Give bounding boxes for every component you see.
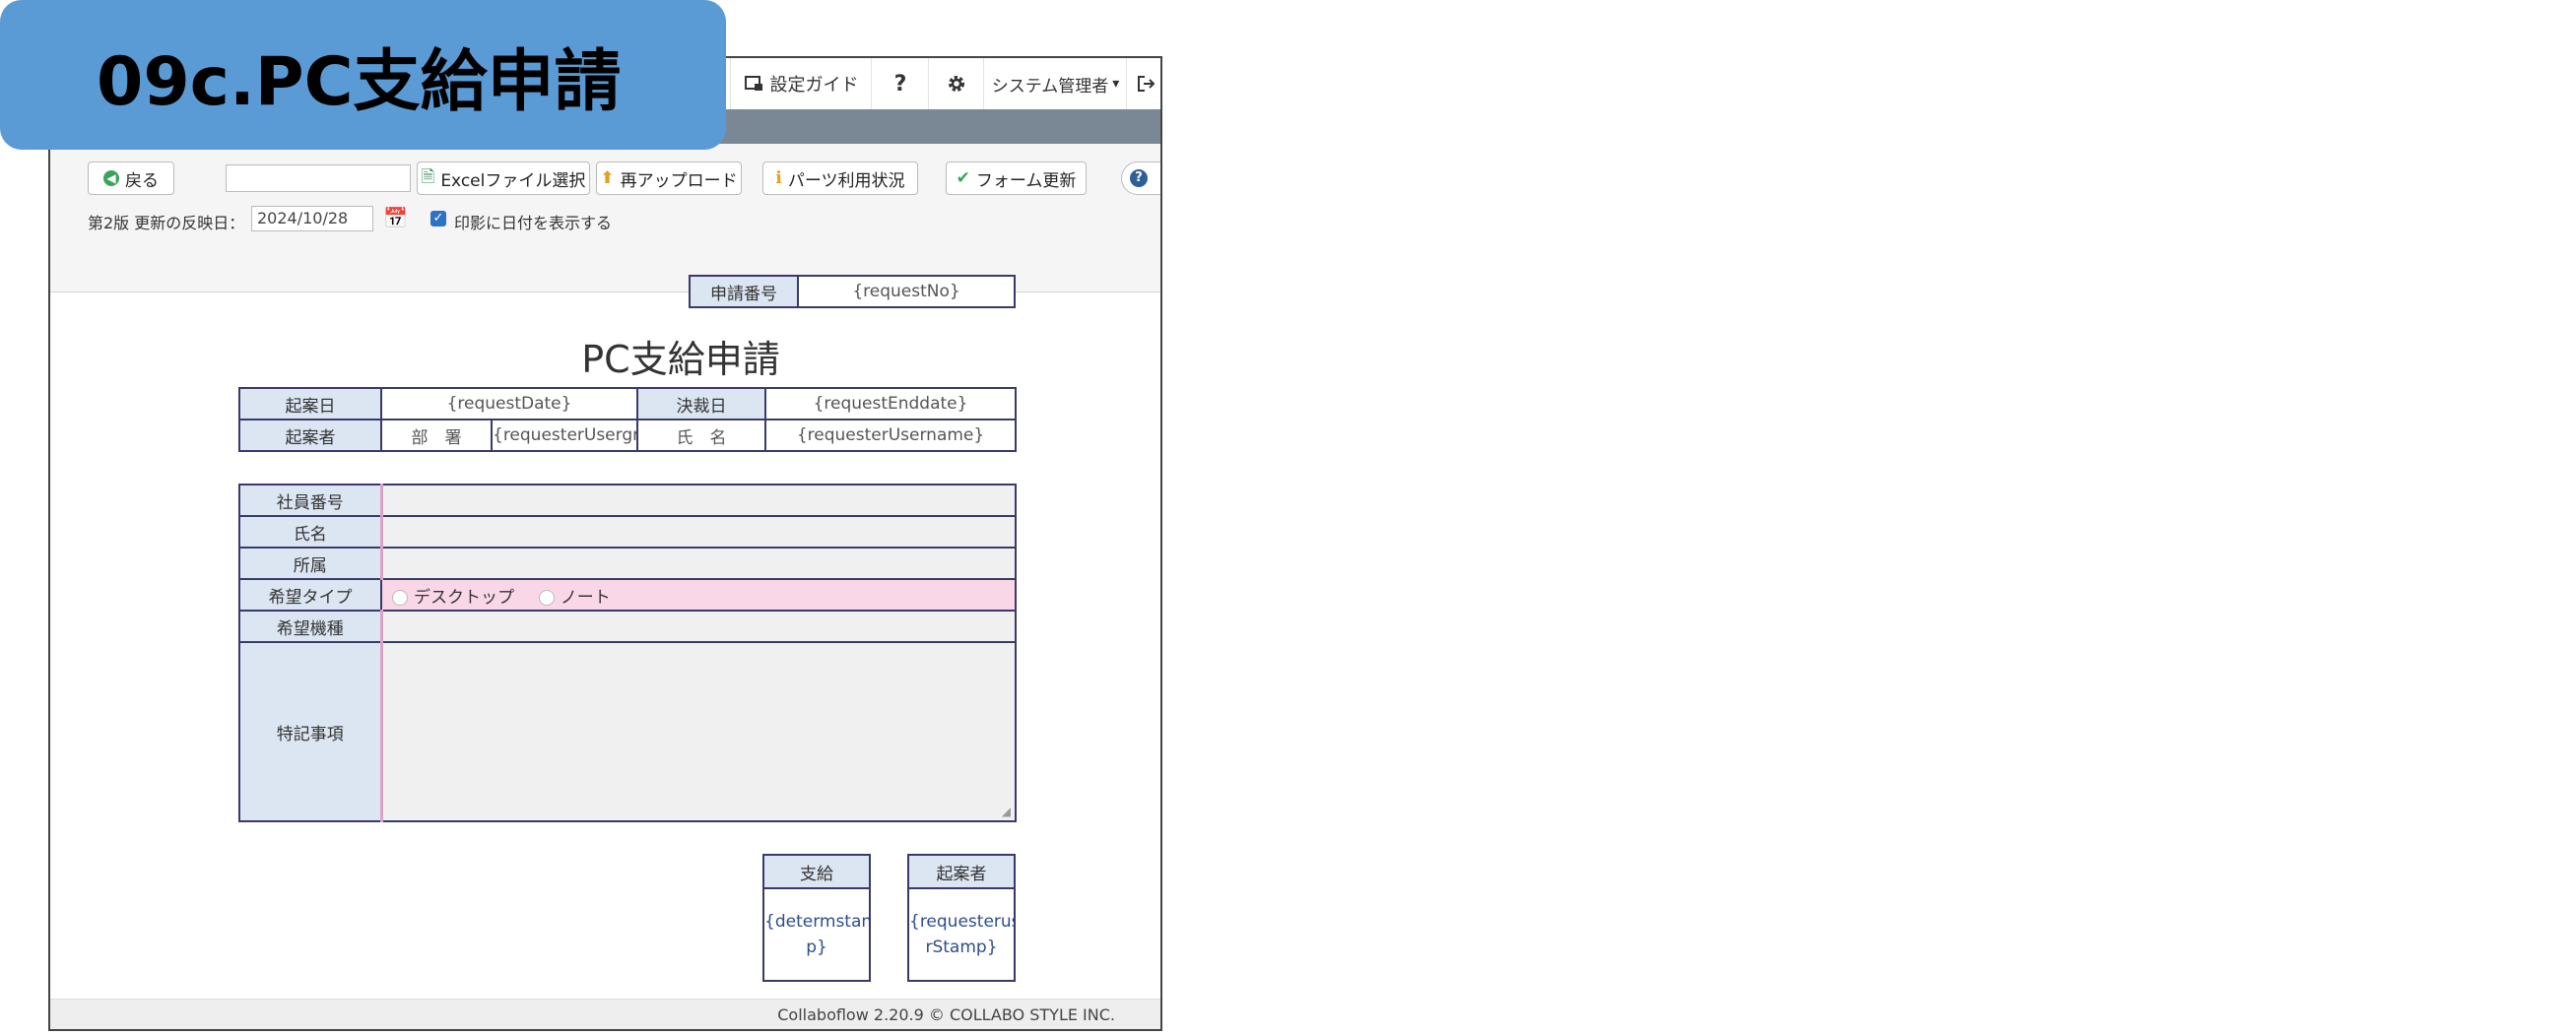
decision-date-label: 決裁日	[636, 387, 767, 420]
user-name: システム管理者	[991, 76, 1109, 97]
dept-value: {requesterUsergroup}	[490, 419, 639, 452]
drafter-label: 起案者	[238, 419, 382, 452]
excel-label: Excelファイル選択	[440, 170, 586, 191]
help-icon: ?	[893, 71, 907, 97]
form-update-button[interactable]: ✔ フォーム更新	[946, 162, 1087, 195]
stamp-drafter-label: 起案者	[907, 854, 1016, 889]
radio-desktop[interactable]	[392, 589, 408, 606]
reupload-label: 再アップロード	[620, 170, 738, 191]
stamp-supply: 支給 {determstam p}	[762, 854, 871, 982]
form-title: PC支給申請	[581, 338, 780, 381]
form-update-label: フォーム更新	[975, 170, 1077, 191]
settings-button[interactable]	[928, 58, 984, 109]
check-icon: ✔	[956, 168, 970, 188]
parts-usage-label: パーツ利用状況	[787, 170, 905, 191]
back-label: 戻る	[125, 170, 159, 191]
overlay-title-text: 09c.PC支給申請	[97, 42, 622, 121]
radio-note[interactable]	[538, 589, 555, 606]
reupload-button[interactable]: ⬆ 再アップロード	[596, 162, 742, 195]
help-button[interactable]: ?	[871, 58, 929, 109]
notes-label: 特記事項	[238, 641, 382, 822]
guide-label: 設定ガイド	[769, 75, 859, 96]
notes-textarea[interactable]: ◢	[379, 641, 1017, 822]
print-date-checkbox[interactable]: ✓	[430, 211, 446, 226]
stamp-drafter-value: {requesteruse rStamp}	[907, 887, 1016, 982]
toolbar: ◀ 戻る 🗎 Excelファイル選択 ⬆ 再アップロード ℹ パーツ利用状況 ✔…	[50, 144, 1160, 292]
affiliation-label: 所属	[238, 547, 382, 580]
info-icon: ℹ	[775, 168, 782, 188]
guide-link[interactable]: 設定ガイド	[730, 58, 872, 109]
employee-no-input[interactable]	[379, 484, 1017, 517]
help-pill-button[interactable]: ?	[1121, 162, 1160, 195]
app-window: 設定ガイド ? システム管理者 ▾ ◀ 戻る 🗎 Excelファイル選択 ⬆ 再…	[48, 56, 1162, 1031]
back-button[interactable]: ◀ 戻る	[88, 162, 174, 195]
model-input[interactable]	[379, 610, 1017, 643]
back-icon: ◀	[103, 170, 119, 186]
logout-icon	[1137, 76, 1155, 92]
copyright: Collaboflow 2.20.9 © COLLABO STYLE INC.	[777, 1005, 1115, 1024]
upload-icon: ⬆	[600, 168, 615, 188]
decision-date-value: {requestEnddate}	[764, 387, 1018, 420]
logout-button[interactable]	[1126, 58, 1160, 109]
stamp-supply-label: 支給	[762, 854, 871, 889]
stamp-supply-value: {determstam p}	[762, 887, 871, 982]
overlay-title-label: 09c.PC支給申請	[0, 0, 726, 150]
footer: Collaboflow 2.20.9 © COLLABO STYLE INC.	[50, 999, 1160, 1029]
radio-desktop-label: デスクトップ	[414, 587, 514, 608]
guide-icon	[744, 76, 762, 91]
input-table: 社員番号 氏名 所属 希望タイプ デスクトップ ノート 希望機種 特記事項 ◢	[238, 484, 1017, 822]
edition-label: 第2版 更新の反映日：	[88, 214, 245, 232]
dept-label: 部 署	[380, 419, 493, 452]
info-table: 起案日 {requestDate} 決裁日 {requestEnddate} 起…	[238, 387, 1018, 452]
draft-date-label: 起案日	[238, 387, 382, 420]
employee-no-label: 社員番号	[238, 484, 382, 517]
gear-icon	[949, 76, 964, 92]
type-radio-group: デスクトップ ノート	[380, 578, 1017, 612]
reflect-date-value: 2024/10/28	[257, 209, 349, 227]
radio-note-label: ノート	[560, 587, 611, 608]
full-name-input[interactable]	[379, 515, 1017, 549]
stamp-drafter: 起案者 {requesteruse rStamp}	[907, 854, 1016, 982]
name-value: {requesterUsername}	[764, 419, 1018, 452]
request-no-label: 申請番号	[689, 275, 799, 308]
file-path-input[interactable]	[226, 164, 411, 192]
question-circle-icon: ?	[1130, 169, 1148, 187]
parts-usage-button[interactable]: ℹ パーツ利用状況	[762, 162, 918, 195]
chevron-down-icon: ▾	[1112, 76, 1120, 92]
name-label: 氏 名	[636, 419, 767, 452]
excel-select-button[interactable]: 🗎 Excelファイル選択	[417, 162, 590, 195]
request-no-table: 申請番号 {requestNo}	[689, 275, 1016, 308]
affiliation-input[interactable]	[379, 547, 1017, 580]
user-menu[interactable]: システム管理者 ▾	[983, 58, 1127, 109]
print-date-label: 印影に日付を表示する	[454, 214, 613, 232]
type-label: 希望タイプ	[238, 578, 382, 612]
full-name-label: 氏名	[238, 515, 382, 549]
resize-handle-icon[interactable]: ◢	[1002, 805, 1011, 818]
request-no-value: {requestNo}	[797, 275, 1016, 308]
model-label: 希望機種	[238, 610, 382, 643]
draft-date-value: {requestDate}	[379, 387, 639, 420]
reflect-date-input[interactable]: 2024/10/28	[251, 206, 373, 231]
excel-file-icon: 🗎	[421, 166, 435, 187]
calendar-icon[interactable]: 📅	[383, 206, 408, 229]
